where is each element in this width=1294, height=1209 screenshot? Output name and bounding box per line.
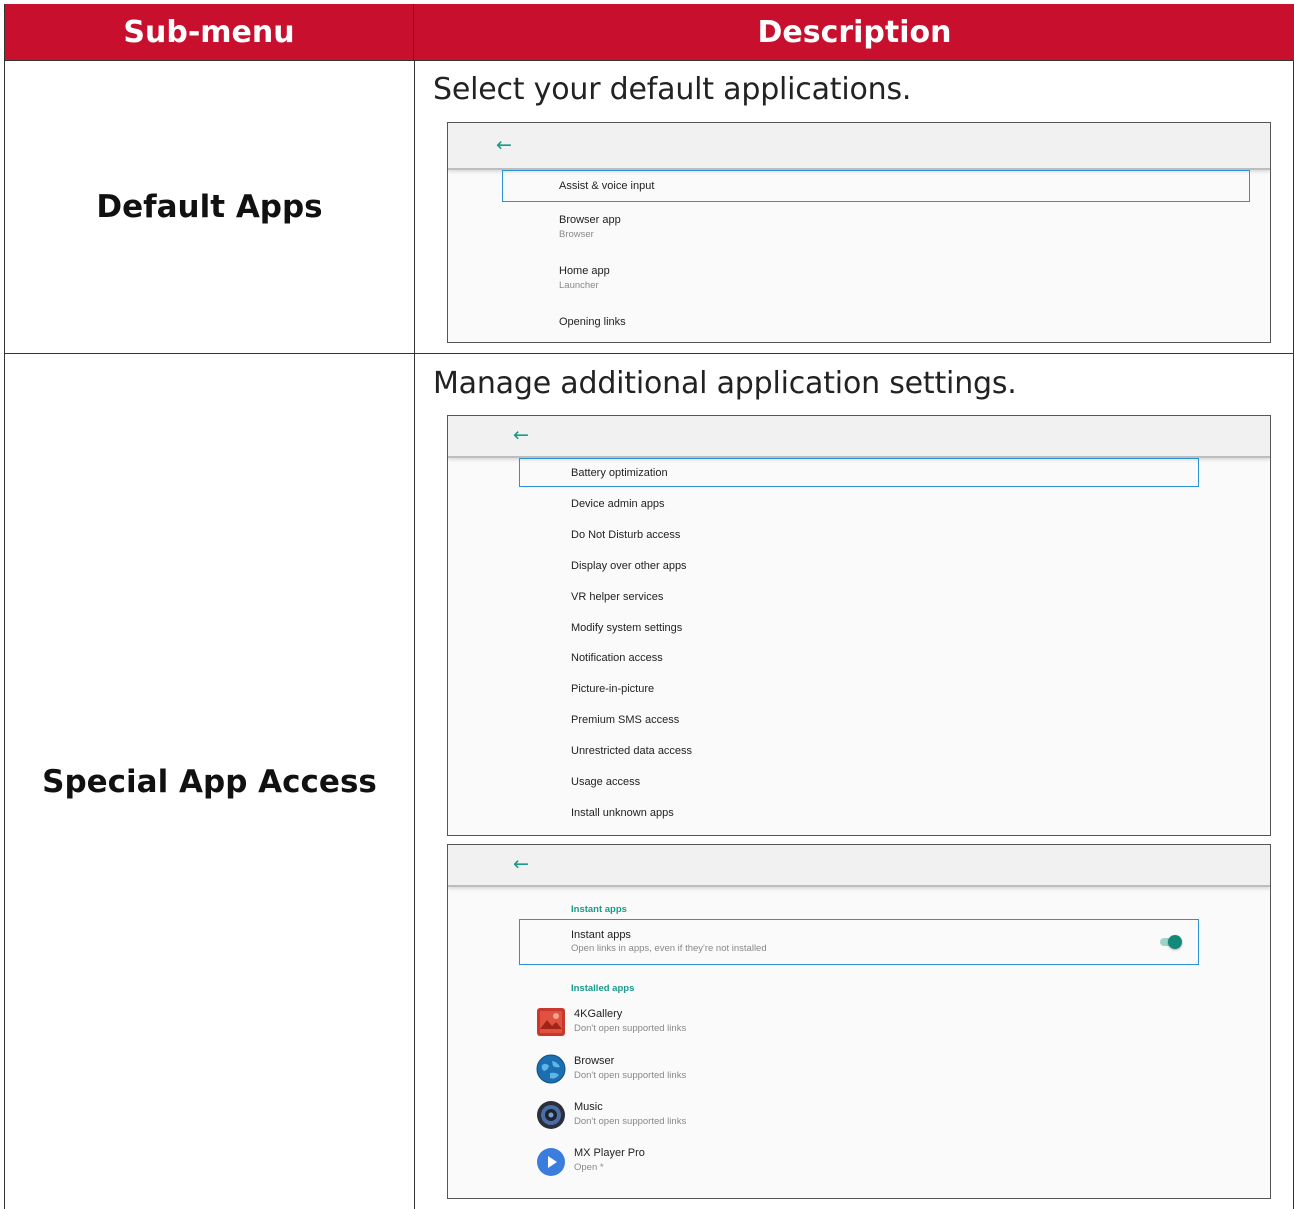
arrow-left-icon[interactable]: ← [513, 426, 529, 445]
item-title: Opening links [559, 316, 626, 328]
toggle-knob [1168, 935, 1182, 949]
list-item[interactable]: Assist & voice input [559, 180, 654, 192]
item-title: Instant apps [571, 929, 631, 941]
app-item[interactable]: Music Don't open supported links [574, 1101, 686, 1127]
header-submenu: Sub-menu [5, 4, 414, 61]
row-divider [5, 353, 1294, 354]
app-item[interactable]: 4KGallery Don't open supported links [574, 1008, 686, 1034]
item-subtitle: Open * [574, 1162, 604, 1173]
list-item[interactable]: Battery optimization [571, 467, 668, 479]
item-subtitle: Don't open supported links [574, 1023, 687, 1034]
instant-apps-toggle[interactable] [1160, 935, 1182, 949]
instant-apps-item[interactable]: Instant apps Open links in apps, even if… [571, 929, 767, 954]
list-item[interactable]: Notification access [571, 652, 663, 664]
item-subtitle: Browser [559, 229, 594, 240]
special-access-screen: ← Battery optimization Device admin apps D… [447, 415, 1271, 836]
item-title: Browser app [559, 214, 621, 226]
app-bar [448, 845, 1270, 887]
arrow-left-icon[interactable]: ← [513, 855, 529, 874]
item-title: Unrestricted data access [571, 745, 693, 758]
opening-links-screen: ← Instant apps Instant apps Open links i… [447, 844, 1271, 1199]
list-item[interactable]: Modify system settings [571, 622, 682, 634]
list-item[interactable]: Usage access [571, 776, 640, 788]
list-item[interactable]: Picture-in-picture [571, 683, 654, 695]
item-title: Device admin apps [571, 497, 665, 510]
default-apps-screen: ← Assist & voice input Browser app Brows… [447, 122, 1271, 343]
item-title: Assist & voice input [559, 180, 655, 192]
header-description: Description [414, 4, 1294, 61]
app-bar [448, 123, 1270, 170]
item-title: Premium SMS access [571, 714, 680, 727]
item-title: Notification access [571, 652, 663, 665]
list-item[interactable]: Display over other apps [571, 560, 687, 572]
list-item[interactable]: VR helper services [571, 591, 663, 603]
item-subtitle: Launcher [559, 280, 599, 291]
globe-icon [536, 1054, 566, 1084]
list-item[interactable]: Install unknown apps [571, 807, 674, 819]
description-default-apps: Select your default applications. [433, 72, 912, 107]
submenu-special-app-access: Special App Access [42, 764, 377, 800]
item-title: MX Player Pro [574, 1147, 645, 1159]
app-item[interactable]: Browser Don't open supported links [574, 1055, 686, 1081]
list-item[interactable]: Browser app Browser [559, 214, 621, 240]
submenu-table: Sub-menu Description Default Apps Select… [4, 4, 1294, 1209]
item-title: Usage access [571, 776, 641, 788]
item-subtitle: Don't open supported links [574, 1070, 687, 1081]
item-title: Battery optimization [571, 467, 668, 479]
list-item[interactable]: Premium SMS access [571, 714, 679, 726]
item-title: VR helper services [571, 590, 664, 603]
description-special-app-access: Manage additional application settings. [433, 366, 1017, 401]
gallery-icon [537, 1008, 565, 1036]
item-subtitle: Open links in apps, even if they're not … [571, 943, 767, 954]
item-title: Home app [559, 265, 610, 277]
item-subtitle: Don't open supported links [574, 1116, 687, 1127]
category-instant-apps: Instant apps [571, 904, 627, 915]
list-item[interactable]: Device admin apps [571, 498, 665, 510]
item-title: Modify system settings [571, 621, 683, 634]
item-title: Do Not Disturb access [571, 528, 681, 541]
arrow-left-icon[interactable]: ← [496, 136, 512, 155]
list-item[interactable]: Opening links [559, 316, 626, 328]
list-item[interactable]: Home app Launcher [559, 265, 610, 291]
item-title: Install unknown apps [571, 806, 674, 819]
play-icon [537, 1148, 565, 1176]
list-item[interactable]: Unrestricted data access [571, 745, 692, 757]
item-title: Display over other apps [571, 559, 687, 572]
item-title: Music [574, 1101, 603, 1113]
item-title: 4KGallery [574, 1008, 623, 1020]
app-bar [448, 416, 1270, 458]
item-title: Picture-in-picture [571, 683, 655, 696]
submenu-default-apps: Default Apps [96, 189, 323, 225]
column-divider [414, 61, 415, 1209]
speaker-icon [537, 1101, 565, 1129]
list-item[interactable]: Do Not Disturb access [571, 529, 680, 541]
item-title: Browser [574, 1055, 615, 1067]
app-item[interactable]: MX Player Pro Open * [574, 1147, 645, 1173]
category-installed-apps: Installed apps [571, 983, 635, 994]
